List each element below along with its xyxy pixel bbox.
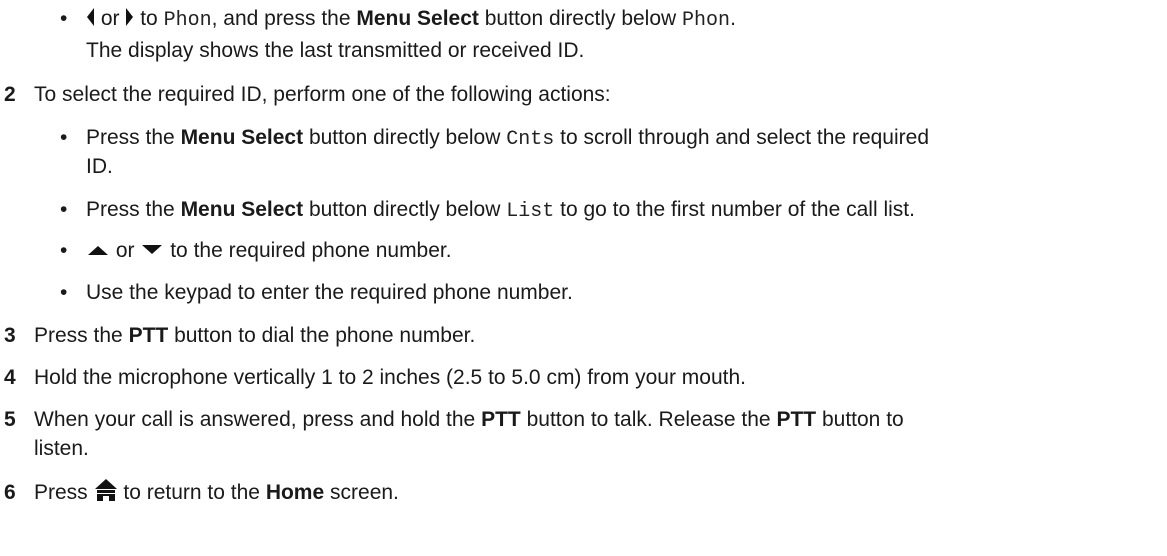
pre-text: When your call is answered, press and ho… (34, 408, 476, 431)
directly-below-text: button directly below (484, 7, 677, 30)
manual-page: • or to Phon, and press the Menu Select … (0, 0, 1167, 556)
phon-code-2: Phon (682, 9, 731, 32)
bullet: • (60, 198, 68, 221)
pre-text: Press (34, 481, 88, 504)
press-text: Press the (86, 126, 175, 149)
option-scroll: or to the required phone number. (86, 238, 452, 264)
post-text: button to (821, 408, 904, 431)
to-text: to (140, 7, 158, 30)
step-number: 5 (4, 408, 16, 431)
list-code: List (506, 200, 555, 223)
down-arrow-icon (142, 245, 163, 255)
bullet: • (60, 281, 68, 304)
step-number: 6 (4, 481, 16, 504)
step5-text: When your call is answered, press and ho… (34, 407, 904, 433)
step3-text: Press the PTT button to dial the phone n… (34, 323, 475, 349)
step-number: 4 (4, 366, 16, 389)
phon-code: Phon (163, 9, 212, 32)
step1-nav-line: or to Phon, and press the Menu Select bu… (86, 6, 736, 34)
option-cnts: Press the Menu Select button directly be… (86, 125, 929, 153)
ptt-label-2: PTT (776, 408, 817, 431)
or-text: or (115, 239, 135, 262)
menu-select-label: Menu Select (180, 126, 304, 149)
option-keypad: Use the keypad to enter the required pho… (86, 281, 573, 304)
ptt-label: PTT (128, 324, 169, 347)
post-text: button to dial the phone number. (174, 324, 476, 347)
step-number: 2 (4, 83, 16, 106)
press-text: Press the (86, 198, 175, 221)
step4-text: Hold the microphone vertically 1 to 2 in… (34, 366, 746, 389)
ptt-label: PTT (481, 408, 521, 431)
step5-wrap: listen. (34, 437, 89, 460)
mid-text: , and press the (211, 7, 351, 30)
step-number: 3 (4, 324, 16, 347)
left-arrow-icon (87, 8, 94, 27)
below-text: button directly below (308, 198, 501, 221)
mid-text: button to talk. Release the (526, 408, 771, 431)
rest-text: to the required phone number. (170, 239, 452, 262)
option-cnts-wrap: ID. (86, 155, 113, 178)
bullet: • (60, 7, 68, 30)
display-note: The display shows the last transmitted o… (86, 39, 585, 62)
home-label: Home (265, 481, 325, 504)
rest-text: to go to the first number of the call li… (560, 198, 915, 221)
menu-select-label: Menu Select (180, 198, 304, 221)
below-text: button directly below (308, 126, 501, 149)
period: . (730, 7, 736, 30)
or-text: or (100, 7, 120, 30)
step6-text: Press to return to the Home screen. (34, 479, 399, 506)
post-text: screen. (330, 481, 399, 504)
right-arrow-icon (126, 8, 134, 27)
pre-text: Press the (34, 324, 123, 347)
bullet: • (60, 126, 68, 149)
cnts-code: Cnts (506, 128, 555, 151)
up-arrow-icon (88, 246, 108, 256)
option-list: Press the Menu Select button directly be… (86, 197, 915, 225)
step2-text: To select the required ID, perform one o… (34, 83, 611, 106)
menu-select-label: Menu Select (356, 7, 479, 30)
home-icon (94, 479, 117, 502)
mid-text: to return to the (123, 481, 260, 504)
rest-text: to scroll through and select the require… (560, 126, 929, 149)
bullet: • (60, 239, 68, 262)
